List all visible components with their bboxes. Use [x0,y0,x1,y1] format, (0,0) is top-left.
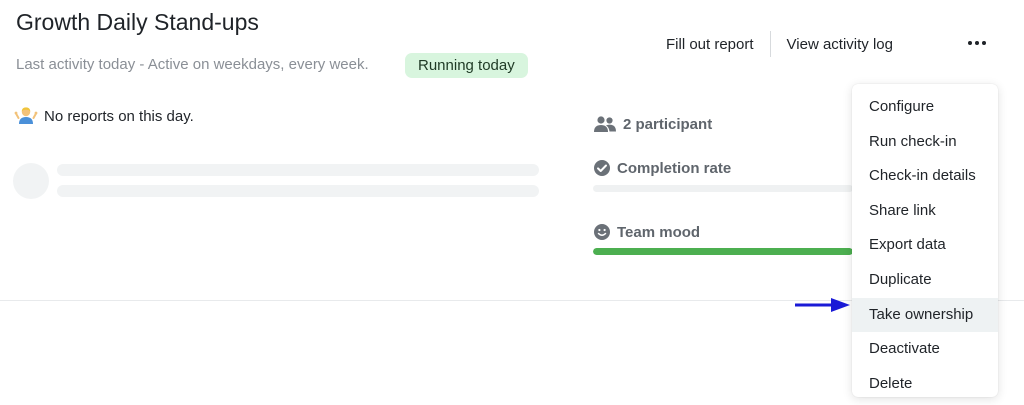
menu-item-run-check-in[interactable]: Run check-in [852,125,998,159]
menu-item-share-link[interactable]: Share link [852,194,998,228]
page-title: Growth Daily Stand-ups [16,9,259,35]
completion-rate-bar [593,185,853,192]
schedule-subtitle: Last activity today - Active on weekdays… [16,56,369,73]
loading-line-placeholder [57,185,539,197]
team-mood-bar [593,248,853,255]
menu-item-configure[interactable]: Configure [852,90,998,124]
participants-count: 2 participant [623,115,713,133]
fill-out-report-button[interactable]: Fill out report [650,36,770,53]
team-mood-label: Team mood [617,223,701,241]
check-circle-icon [594,160,610,176]
menu-item-deactivate[interactable]: Deactivate [852,332,998,366]
team-mood-stat: Team mood [593,223,700,241]
smiley-icon [594,224,610,240]
completion-rate-label: Completion rate [617,159,732,177]
empty-reports-text: No reports on this day. [44,107,194,125]
menu-item-delete[interactable]: Delete [852,367,998,401]
menu-item-check-in-details[interactable]: Check-in details [852,159,998,193]
users-icon [594,116,616,132]
more-options-menu: Configure Run check-in Check-in details Sha… [852,84,998,397]
loading-line-placeholder [57,164,539,176]
status-badge: Running today [405,53,528,78]
more-horizontal-icon [968,41,972,45]
more-options-button[interactable] [962,31,992,55]
menu-item-take-ownership[interactable]: Take ownership [852,297,998,332]
person-shrugging-emoji [14,107,38,124]
completion-rate-stat: Completion rate [593,159,731,177]
view-activity-log-button[interactable]: View activity log [771,36,909,53]
team-mood-fill [593,248,853,255]
loading-avatar-placeholder [13,163,49,199]
menu-item-duplicate[interactable]: Duplicate [852,263,998,297]
header-actions: Fill out report View activity log [650,30,909,58]
empty-reports-message: No reports on this day. [14,104,194,128]
menu-item-export-data[interactable]: Export data [852,228,998,262]
arrow-right-icon [795,298,850,312]
participants-stat: 2 participant [593,115,712,133]
